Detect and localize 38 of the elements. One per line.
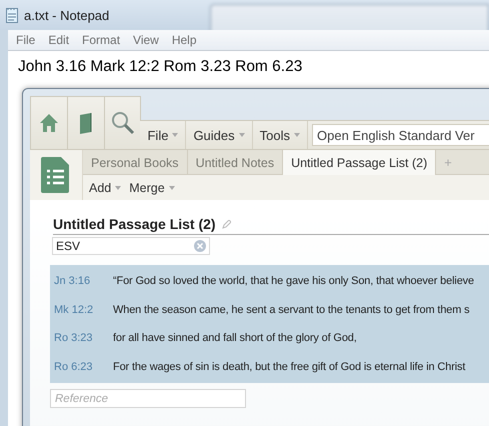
list-title: Untitled Passage List (2) bbox=[53, 216, 216, 232]
home-button[interactable] bbox=[30, 96, 68, 149]
menu-button[interactable]: Add bbox=[87, 180, 124, 194]
passage-reference[interactable]: Mk 12:2 bbox=[50, 304, 113, 316]
passage-reference[interactable]: Ro 3:23 bbox=[50, 332, 113, 344]
menu-item[interactable]: Format bbox=[82, 33, 120, 47]
pencil-icon[interactable] bbox=[222, 220, 231, 228]
caret-icon bbox=[172, 133, 178, 137]
filter-field[interactable]: ESV bbox=[52, 237, 210, 255]
search-button[interactable] bbox=[104, 96, 142, 149]
passage-text: “For God so loved the world, that he gave his only Son, that whoever believe bbox=[113, 275, 474, 288]
passage-reference[interactable]: Ro 6:23 bbox=[50, 360, 113, 373]
book-icon bbox=[78, 112, 93, 134]
caret-icon bbox=[238, 133, 245, 137]
search-field[interactable]: Open English Standard Ver bbox=[312, 124, 489, 146]
tab[interactable]: Untitled Passage List (2) bbox=[283, 150, 436, 175]
menu-button[interactable]: Merge bbox=[127, 180, 177, 194]
caret-icon bbox=[115, 186, 122, 190]
document-list-icon bbox=[41, 157, 71, 193]
passage-text: For the wages of sin is death, but the free gift of God is eternal life in Christ bbox=[113, 360, 466, 373]
notepad-icon bbox=[6, 7, 18, 23]
menu-item[interactable]: Help bbox=[172, 33, 197, 47]
passage-text: When the season came, he sent a servant to the tenants to get from them s bbox=[113, 304, 470, 316]
document-text: John 3.16 Mark 12:2 Rom 3.23 Rom 6.23 bbox=[18, 58, 302, 75]
passage-text: for all have sinned and fall short of the glory of God, bbox=[113, 332, 357, 344]
window-title: a.txt - Notepad bbox=[24, 8, 110, 22]
caret-icon bbox=[294, 133, 300, 137]
home-icon bbox=[38, 113, 59, 133]
reference-field[interactable]: Reference bbox=[50, 389, 246, 408]
menu-item[interactable]: Edit bbox=[48, 33, 70, 47]
search-icon bbox=[110, 111, 135, 135]
caret-icon bbox=[168, 186, 175, 190]
passage-reference[interactable]: Jn 3:16 bbox=[50, 275, 113, 288]
tab[interactable]: Personal Books bbox=[83, 150, 188, 175]
clear-icon[interactable] bbox=[194, 240, 206, 252]
menu-item[interactable]: View bbox=[133, 33, 159, 47]
library-button[interactable] bbox=[66, 96, 105, 149]
menu-item[interactable]: File bbox=[16, 33, 36, 47]
